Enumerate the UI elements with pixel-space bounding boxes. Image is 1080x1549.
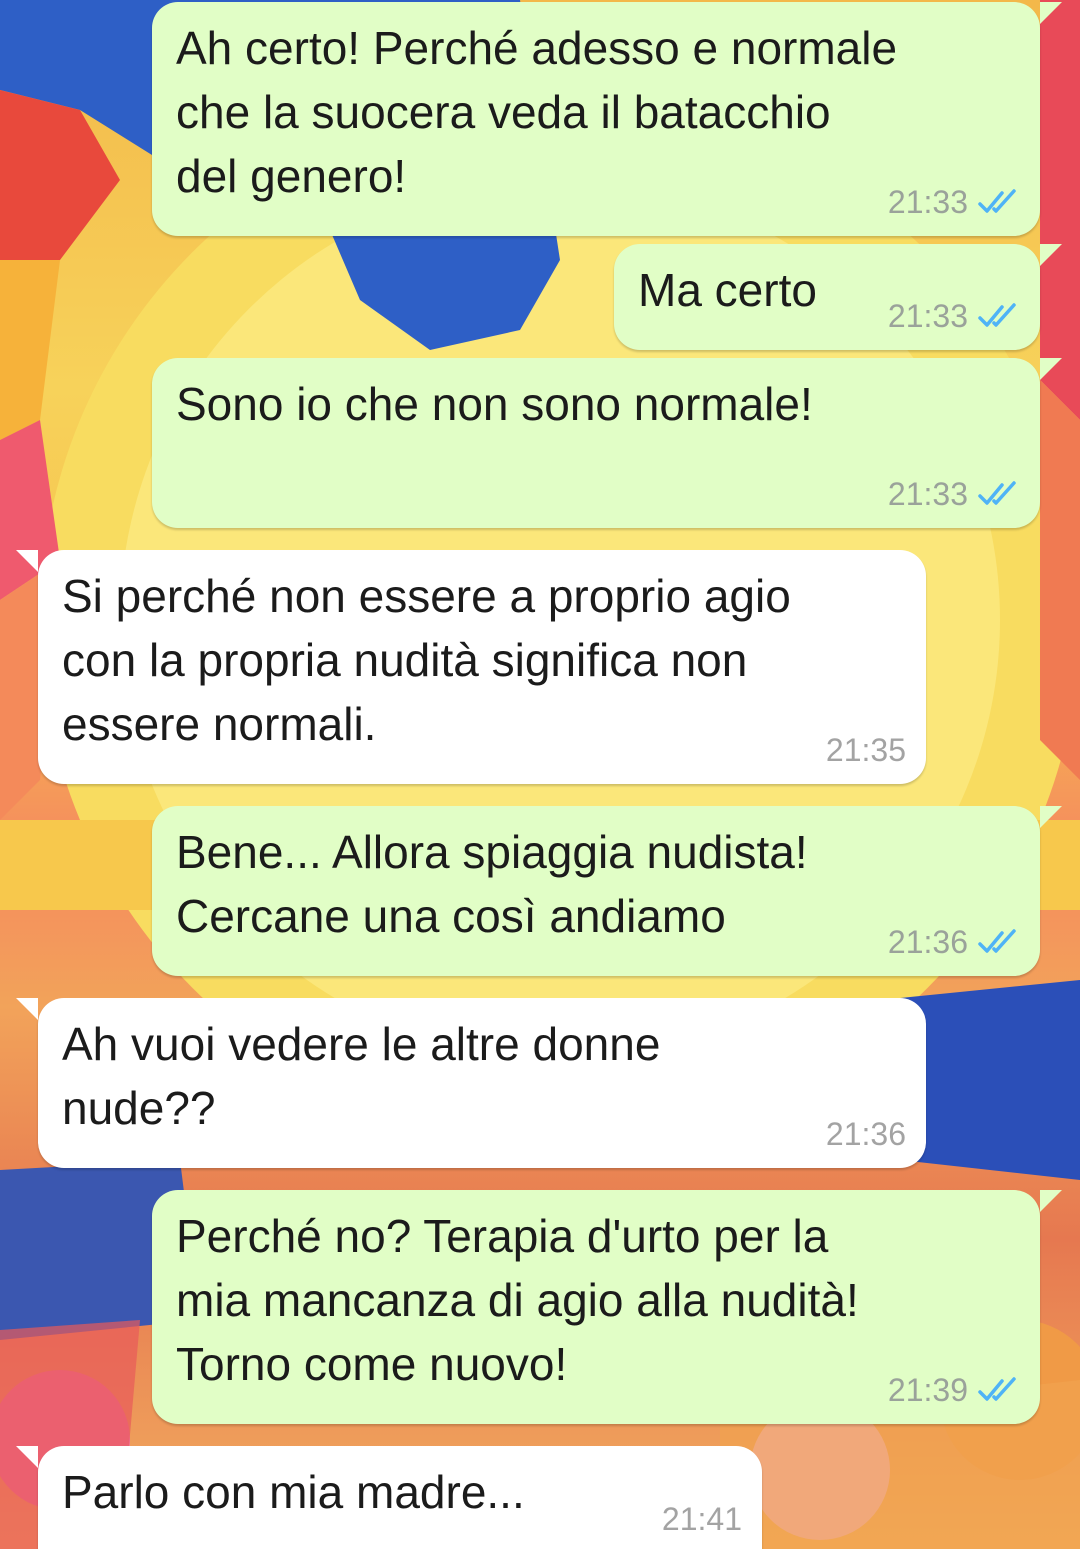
message-text: Ma certo: [638, 264, 817, 316]
incoming-message-bubble[interactable]: Si perché non essere a proprio agio con …: [16, 550, 926, 784]
message-time: 21:33: [887, 298, 968, 334]
double-check-read-icon: [978, 481, 1016, 505]
double-check-read-icon: [978, 1377, 1016, 1401]
message-meta: 21:35: [826, 730, 906, 770]
message-meta: 21:33: [888, 474, 1020, 514]
message-time: 21:36: [825, 1116, 906, 1152]
message-text: Parlo con mia madre...: [62, 1466, 525, 1518]
double-check-read-icon: [978, 189, 1016, 213]
message-text: Bene... Allora spiaggia nudista! Cercane…: [176, 826, 808, 942]
message-text: Ah certo! Perché adesso e normale che la…: [176, 22, 898, 202]
message-meta: 21:33: [888, 182, 1020, 222]
message-text: Perché no? Terapia d'urto per la mia man…: [176, 1210, 859, 1390]
outgoing-message-bubble[interactable]: Perché no? Terapia d'urto per la mia man…: [152, 1190, 1062, 1424]
message-time: 21:39: [887, 1372, 968, 1408]
outgoing-message-bubble[interactable]: Sono io che non sono normale! 21:33: [152, 358, 1062, 528]
message-text: Ah vuoi vedere le altre donne nude??: [62, 1018, 661, 1134]
message-time: 21:36: [887, 924, 968, 960]
double-check-read-icon: [978, 303, 1016, 327]
double-check-read-icon: [978, 929, 1016, 953]
outgoing-message-bubble[interactable]: Ma certo 21:33: [614, 244, 1062, 350]
message-meta: 21:39: [888, 1370, 1020, 1410]
message-time: 21:33: [887, 184, 968, 220]
message-text: Si perché non essere a proprio agio con …: [62, 570, 791, 750]
message-text: Sono io che non sono normale!: [176, 378, 813, 430]
message-meta: 21:36: [826, 1114, 906, 1154]
message-meta: 21:33: [888, 296, 1020, 336]
outgoing-message-bubble[interactable]: Ah certo! Perché adesso e normale che la…: [152, 2, 1062, 236]
message-meta: 21:41: [662, 1499, 742, 1539]
outgoing-message-bubble[interactable]: Bene... Allora spiaggia nudista! Cercane…: [152, 806, 1062, 976]
message-time: 21:41: [661, 1501, 742, 1537]
message-meta: 21:36: [888, 922, 1020, 962]
incoming-message-bubble[interactable]: Ah vuoi vedere le altre donne nude?? 21:…: [16, 998, 926, 1168]
message-time: 21:33: [887, 476, 968, 512]
incoming-message-bubble[interactable]: Parlo con mia madre... 21:41: [16, 1446, 762, 1549]
message-list[interactable]: Ah certo! Perché adesso e normale che la…: [0, 0, 1080, 1549]
message-time: 21:35: [825, 732, 906, 768]
